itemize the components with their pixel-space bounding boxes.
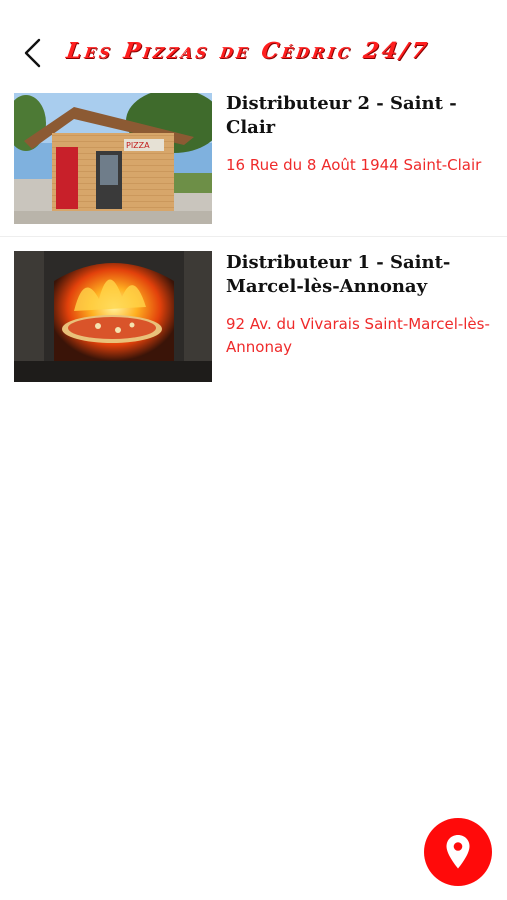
chevron-left-icon [24,38,41,68]
location-list: PIZZA Distributeur 2 - Saint -Clair 16 R… [0,84,507,387]
pizza-oven-photo [14,251,212,382]
map-button[interactable] [424,818,492,886]
back-button[interactable] [18,36,48,70]
location-address: 16 Rue du 8 Août 1944 Saint-Clair [226,156,482,174]
location-name: Distributeur 1 - Saint-Marcel-lès-Annona… [226,252,451,297]
location-name: Distributeur 2 - Saint -Clair [226,93,457,138]
location-info: Distributeur 1 - Saint-Marcel-lès-Annona… [226,251,491,359]
map-pin-icon [446,835,470,869]
svg-text:PIZZA: PIZZA [126,141,150,150]
app-header: Les Pizzas de Cédric 24/7 [0,0,507,90]
location-info: Distributeur 2 - Saint -Clair 16 Rue du … [226,92,491,177]
location-item-saint-marcel[interactable]: Distributeur 1 - Saint-Marcel-lès-Annona… [0,237,507,387]
app-title: Les Pizzas de Cédric 24/7 [64,38,432,64]
kiosk-photo: PIZZA [14,93,212,224]
location-item-saint-clair[interactable]: PIZZA Distributeur 2 - Saint -Clair 16 R… [0,84,507,237]
location-address: 92 Av. du Vivarais Saint-Marcel-lès-Anno… [226,315,490,356]
